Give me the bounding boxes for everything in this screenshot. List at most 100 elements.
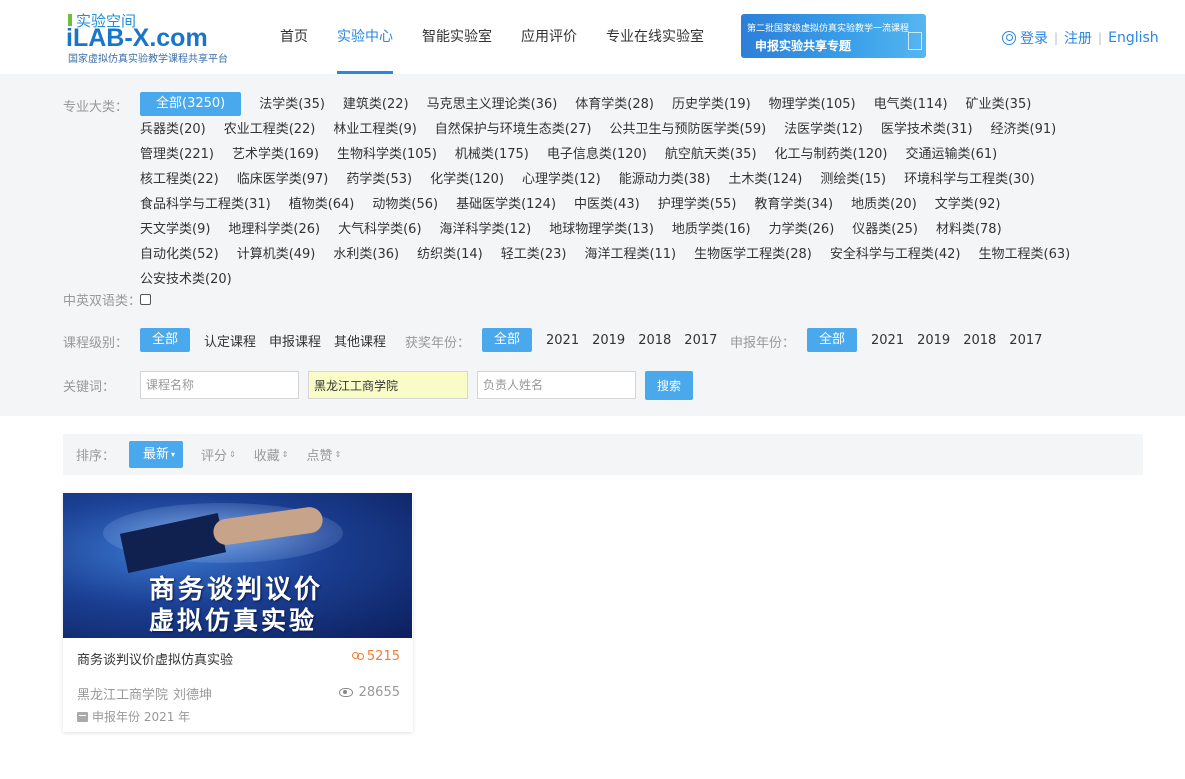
apply-year-option[interactable]: 2021 xyxy=(871,333,904,348)
major-category-option[interactable]: 建筑类(22) xyxy=(343,92,409,117)
sort-rating[interactable]: 评分 ⇕ xyxy=(201,445,236,464)
award-year-option[interactable]: 2017 xyxy=(684,333,717,348)
award-year-option[interactable]: 全部 xyxy=(482,328,533,352)
award-year-option[interactable]: 2019 xyxy=(592,333,625,348)
major-category-option[interactable]: 法学类(35) xyxy=(259,92,325,117)
major-category-option[interactable]: 地理科学类(26) xyxy=(228,217,320,242)
major-category-option[interactable]: 电气类(114) xyxy=(874,92,948,117)
major-category-option[interactable]: 轻工类(23) xyxy=(501,242,567,267)
level-option[interactable]: 申报课程 xyxy=(269,331,321,350)
major-category-option[interactable]: 全部(3250) xyxy=(140,92,242,116)
major-category-option[interactable]: 计算机类(49) xyxy=(237,242,316,267)
major-category-option[interactable]: 纺织类(14) xyxy=(417,242,483,267)
nav-experiment-center[interactable]: 实验中心 xyxy=(337,0,393,74)
major-category-option[interactable]: 仪器类(25) xyxy=(852,217,918,242)
school-input[interactable] xyxy=(308,371,468,399)
major-category-option[interactable]: 化工与制药类(120) xyxy=(775,142,888,167)
major-category-option[interactable]: 体育学类(28) xyxy=(575,92,654,117)
major-category-option[interactable]: 管理类(221) xyxy=(140,142,214,167)
apply-year-option[interactable]: 2018 xyxy=(963,333,996,348)
major-category-option[interactable]: 历史学类(19) xyxy=(672,92,751,117)
major-category-option[interactable]: 化学类(120) xyxy=(430,167,504,192)
apply-year-option[interactable]: 2019 xyxy=(917,333,950,348)
major-category-option[interactable]: 教育学类(34) xyxy=(754,192,833,217)
course-title[interactable]: 商务谈判议价虚拟仿真实验 xyxy=(77,649,233,668)
major-category-option[interactable]: 生物科学类(105) xyxy=(337,142,437,167)
major-category-option[interactable]: 环境科学与工程类(30) xyxy=(904,167,1035,192)
major-category-option[interactable]: 食品科学与工程类(31) xyxy=(140,192,271,217)
major-category-option[interactable]: 护理学类(55) xyxy=(658,192,737,217)
major-category-option[interactable]: 核工程类(22) xyxy=(140,167,219,192)
major-category-option[interactable]: 医学技术类(31) xyxy=(881,117,973,142)
major-category-option[interactable]: 航空航天类(35) xyxy=(665,142,757,167)
nav-online-lab[interactable]: 专业在线实验室 xyxy=(606,0,704,74)
major-category-option[interactable]: 自然保护与环境生态类(27) xyxy=(435,117,592,142)
award-year-option[interactable]: 2021 xyxy=(546,333,579,348)
major-category-option[interactable]: 法医学类(12) xyxy=(784,117,863,142)
major-category-option[interactable]: 物理学类(105) xyxy=(769,92,856,117)
site-logo[interactable]: 实验空间 iLAB-X.com 国家虚拟仿真实验教学课程共享平台 xyxy=(66,10,246,66)
major-category-option[interactable]: 药学类(53) xyxy=(346,167,412,192)
major-category-option[interactable]: 植物类(64) xyxy=(289,192,355,217)
language-link[interactable]: English xyxy=(1108,30,1159,46)
major-category-option[interactable]: 中医类(43) xyxy=(574,192,640,217)
major-category-option[interactable]: 生物工程类(63) xyxy=(979,242,1071,267)
major-category-option[interactable]: 农业工程类(22) xyxy=(224,117,316,142)
major-category-option[interactable]: 机械类(175) xyxy=(455,142,529,167)
major-category-option[interactable]: 力学类(26) xyxy=(769,217,835,242)
major-category-option[interactable]: 自动化类(52) xyxy=(140,242,219,267)
major-category-option[interactable]: 土木类(124) xyxy=(728,167,802,192)
major-category-option[interactable]: 电子信息类(120) xyxy=(547,142,647,167)
major-category-option[interactable]: 地质类(20) xyxy=(851,192,917,217)
major-category-option[interactable]: 安全科学与工程类(42) xyxy=(830,242,961,267)
major-category-option[interactable]: 交通运输类(61) xyxy=(906,142,998,167)
major-category-option[interactable]: 公安技术类(20) xyxy=(140,267,232,292)
major-category-option[interactable]: 基础医学类(124) xyxy=(456,192,556,217)
major-category-option[interactable]: 动物类(56) xyxy=(372,192,438,217)
major-category-option[interactable]: 海洋工程类(11) xyxy=(584,242,676,267)
award-year-option[interactable]: 2018 xyxy=(638,333,671,348)
major-category-option[interactable]: 心理学类(12) xyxy=(522,167,601,192)
major-category-option[interactable]: 海洋科学类(12) xyxy=(440,217,532,242)
major-category-option[interactable]: 地质学类(16) xyxy=(672,217,751,242)
level-option[interactable]: 认定课程 xyxy=(204,331,256,350)
course-thumbnail[interactable]: 商务谈判议价 虚拟仿真实验 xyxy=(63,493,412,638)
major-category-option[interactable]: 经济类(91) xyxy=(991,117,1057,142)
major-category-option[interactable]: 临床医学类(97) xyxy=(237,167,329,192)
major-category-option[interactable]: 大气科学类(6) xyxy=(338,217,421,242)
major-category-option[interactable]: 生物医学工程类(28) xyxy=(694,242,812,267)
sort-favorites[interactable]: 收藏 ⇕ xyxy=(254,445,289,464)
major-category-option[interactable]: 马克思主义理论类(36) xyxy=(427,92,558,117)
apply-year-option[interactable]: 全部 xyxy=(807,328,858,352)
major-category-option[interactable]: 天文学类(9) xyxy=(140,217,210,242)
level-option[interactable]: 全部 xyxy=(140,328,191,352)
bilingual-checkbox[interactable] xyxy=(140,294,151,305)
nav-evaluation[interactable]: 应用评价 xyxy=(521,0,577,74)
nav-home[interactable]: 首页 xyxy=(280,0,308,74)
major-category-option[interactable]: 艺术学类(169) xyxy=(232,142,319,167)
nav-smart-lab[interactable]: 智能实验室 xyxy=(422,0,492,74)
sort-likes[interactable]: 点赞 ⇕ xyxy=(306,445,341,464)
major-category-option[interactable]: 公共卫生与预防医学类(59) xyxy=(609,117,766,142)
banner-line2: 申报实验共享专题 xyxy=(755,39,852,53)
search-button[interactable]: 搜索 xyxy=(645,371,693,400)
sort-newest[interactable]: 最新 ▾ xyxy=(129,441,184,468)
major-category-option[interactable]: 矿业类(35) xyxy=(966,92,1032,117)
major-category-option[interactable]: 材料类(78) xyxy=(936,217,1002,242)
course-name-input[interactable] xyxy=(140,371,299,399)
major-category-option[interactable]: 能源动力类(38) xyxy=(619,167,711,192)
major-category-option[interactable]: 地球物理学类(13) xyxy=(549,217,654,242)
sort-option-label: 最新 xyxy=(143,447,170,462)
register-link[interactable]: 注册 xyxy=(1064,28,1092,48)
major-category-option[interactable]: 兵器类(20) xyxy=(140,117,206,142)
major-category-option[interactable]: 水利类(36) xyxy=(333,242,399,267)
apply-year-option[interactable]: 2017 xyxy=(1009,333,1042,348)
major-category-option[interactable]: 林业工程类(9) xyxy=(333,117,416,142)
owner-name-input[interactable] xyxy=(477,371,636,399)
course-card[interactable]: 商务谈判议价 虚拟仿真实验 商务谈判议价虚拟仿真实验 5215 黑龙江工商学院 … xyxy=(63,493,413,732)
promo-banner[interactable]: 第二批国家级虚拟仿真实验教学一流课程 申报实验共享专题 xyxy=(741,14,926,58)
major-category-option[interactable]: 测绘类(15) xyxy=(820,167,886,192)
major-category-option[interactable]: 文学类(92) xyxy=(935,192,1001,217)
login-link[interactable]: 登录 xyxy=(1020,28,1048,48)
level-option[interactable]: 其他课程 xyxy=(334,331,386,350)
